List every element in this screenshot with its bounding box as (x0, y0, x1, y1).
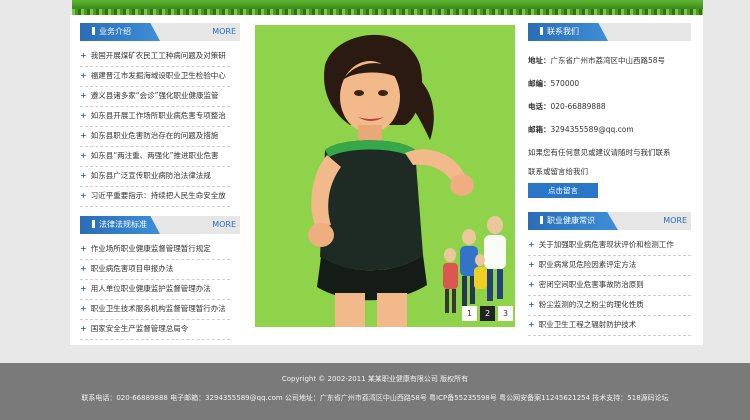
plus-icon: + (528, 300, 535, 309)
list-item[interactable]: + 如东县开展工作场所职业病危害专项整治 (80, 107, 230, 127)
list-item[interactable]: + 遵义县诸多家“会诊”强化职业健康监管 (80, 87, 230, 107)
list-item-title: 如东县开展工作场所职业病危害专项整治 (90, 111, 226, 120)
list-item-title: 如东县职业危害防治存在的问题及措施 (90, 131, 219, 140)
list-item-title: 习近平重要指示：持续把人民生命安全放 (90, 191, 226, 200)
contact-note-2: 联系或留言给我们 (528, 167, 588, 176)
plus-icon: + (80, 264, 87, 273)
list-item[interactable]: + 职业卫生工程之辐射防护技术 (528, 316, 691, 336)
contact-info: 地址：广东省广州市荔湾区中山西路58号 邮编：570000 电话：020-668… (528, 55, 691, 198)
business-more-link[interactable]: MORE (212, 23, 236, 41)
hero-slider[interactable]: 1 2 3 (255, 25, 515, 327)
list-item[interactable]: + 如东县“两注重、两强化”推进职业危害 (80, 147, 230, 167)
hero-image (255, 25, 515, 327)
laws-more-link[interactable]: MORE (212, 216, 236, 234)
list-item-title: 粉尘监测的汉之粉尘的理化性质 (538, 300, 644, 309)
list-item-title: 如东县广泛宣传职业病防治法律法规 (90, 171, 211, 180)
main-content: 业务介绍 MORE + 我国开展煤矿农民工工种病问题及对策研 + 福建晋江市发掘海域设… (70, 15, 703, 345)
list-item[interactable]: + 粉尘监测的汉之粉尘的理化性质 (528, 296, 691, 316)
list-item[interactable]: + 职业卫生技术服务机构监督管理暂行办法 (80, 300, 230, 320)
list-item-title: 关于加强职业病危害现状评价和检测工作 (538, 240, 674, 249)
list-item[interactable]: + 我国开展煤矿农民工工种病问题及对策研 (80, 47, 230, 67)
list-item[interactable]: + 国家安全生产监督管理总局令 (80, 320, 230, 340)
contact-address: 地址：广东省广州市荔湾区中山西路58号 (528, 56, 666, 65)
list-item-title: 职业病常见危险因素评定方法 (538, 260, 637, 269)
list-item[interactable]: + 关于加强职业病危害现状评价和检测工作 (528, 236, 691, 256)
list-item[interactable]: + 用人单位职业健康监护监督管理办法 (80, 280, 230, 300)
list-item[interactable]: + 职业病危害项目申报办法 (80, 260, 230, 280)
plus-icon: + (80, 171, 87, 180)
list-item-title: 职业卫生技术服务机构监督管理暂行办法 (90, 304, 226, 313)
list-item[interactable]: + 职业病常见危险因素评定方法 (528, 256, 691, 276)
list-item-title: 福建晋江市发掘海域设职业卫生检验中心 (90, 71, 226, 80)
contact-section-title: 联系我们 (528, 23, 608, 41)
list-item-title: 职业病危害项目申报办法 (90, 264, 174, 273)
list-item-title: 遵义县诸多家“会诊”强化职业健康监管 (90, 91, 219, 100)
list-item[interactable]: + 密闭空间职业危害事故防治原则 (528, 276, 691, 296)
list-item-title: 用人单位职业健康监护监督管理办法 (90, 284, 211, 293)
plus-icon: + (80, 151, 87, 160)
slider-pager: 1 2 3 (462, 306, 513, 321)
footer: Copyright © 2002-2011 某某职业健康有限公司 版权所有 联系… (0, 363, 750, 420)
business-section-title: 业务介绍 (80, 23, 160, 41)
list-item[interactable]: + 福建晋江市发掘海域设职业卫生检验中心 (80, 67, 230, 87)
contact-email: 邮箱：3294355589@qq.com (528, 125, 634, 134)
business-news-list: + 我国开展煤矿农民工工种病问题及对策研 + 福建晋江市发掘海域设职业卫生检验中心 + 遵… (80, 47, 230, 207)
list-item[interactable]: + 作业场所职业健康监督管理暂行规定 (80, 240, 230, 260)
slider-page-1[interactable]: 1 (462, 306, 477, 321)
list-item-title: 如东县“两注重、两强化”推进职业危害 (90, 151, 219, 160)
list-item-title: 职业卫生工程之辐射防护技术 (538, 320, 637, 329)
business-section-header: 业务介绍 MORE (80, 23, 240, 41)
health-section-header: 职业健康常识 MORE (528, 212, 691, 230)
slider-page-3[interactable]: 3 (498, 306, 513, 321)
plus-icon: + (80, 91, 87, 100)
laws-section-title: 法律法规标准 (80, 216, 160, 234)
leave-message-button[interactable]: 点击留言 (528, 183, 598, 198)
health-section-title: 职业健康常识 (528, 212, 618, 230)
list-item[interactable]: + 如东县广泛宣传职业病防治法律法规 (80, 167, 230, 187)
plus-icon: + (528, 320, 535, 329)
list-item-title: 作业场所职业健康监督管理暂行规定 (90, 244, 211, 253)
contact-zip: 邮编：570000 (528, 79, 580, 88)
plus-icon: + (80, 131, 87, 140)
plus-icon: + (80, 284, 87, 293)
footer-copyright: Copyright © 2002-2011 某某职业健康有限公司 版权所有 (281, 375, 469, 383)
list-item-title: 国家安全生产监督管理总局令 (90, 324, 189, 333)
plus-icon: + (80, 71, 87, 80)
plus-icon: + (528, 240, 535, 249)
list-item-title: 我国开展煤矿农民工工种病问题及对策研 (90, 51, 226, 60)
plus-icon: + (528, 280, 535, 289)
laws-news-list: + 作业场所职业健康监督管理暂行规定 + 职业病危害项目申报办法 + 用人单位职业健康监护… (80, 240, 230, 340)
health-more-link[interactable]: MORE (663, 212, 687, 230)
laws-section-header: 法律法规标准 MORE (80, 216, 240, 234)
list-item[interactable]: + 习近平重要指示：持续把人民生命安全放 (80, 187, 230, 207)
footer-contact-info: 联系电话：020-66889888 电子邮箱：3294355589@qq.com… (81, 394, 669, 402)
list-item[interactable]: + 如东县职业危害防治存在的问题及措施 (80, 127, 230, 147)
plus-icon: + (80, 304, 87, 313)
health-news-list: + 关于加强职业病危害现状评价和检测工作 + 职业病常见危险因素评定方法 + 密闭空间职业… (528, 236, 691, 336)
running-woman-illustration (255, 25, 515, 327)
plus-icon: + (80, 111, 87, 120)
contact-note: 如果您有任何意见或建议请随时与我们联系 (528, 148, 671, 157)
plus-icon: + (80, 191, 87, 200)
top-banner-strip (72, 0, 703, 15)
contact-section-header: 联系我们 (528, 23, 691, 41)
right-column: 联系我们 地址：广东省广州市荔湾区中山西路58号 邮编：570000 电话：02… (528, 23, 691, 336)
list-item-title: 密闭空间职业危害事故防治原则 (538, 280, 644, 289)
slider-page-2[interactable]: 2 (480, 306, 495, 321)
plus-icon: + (80, 324, 87, 333)
plus-icon: + (80, 51, 87, 60)
contact-phone: 电话：020-66889888 (528, 102, 606, 111)
plus-icon: + (528, 260, 535, 269)
plus-icon: + (80, 244, 87, 253)
